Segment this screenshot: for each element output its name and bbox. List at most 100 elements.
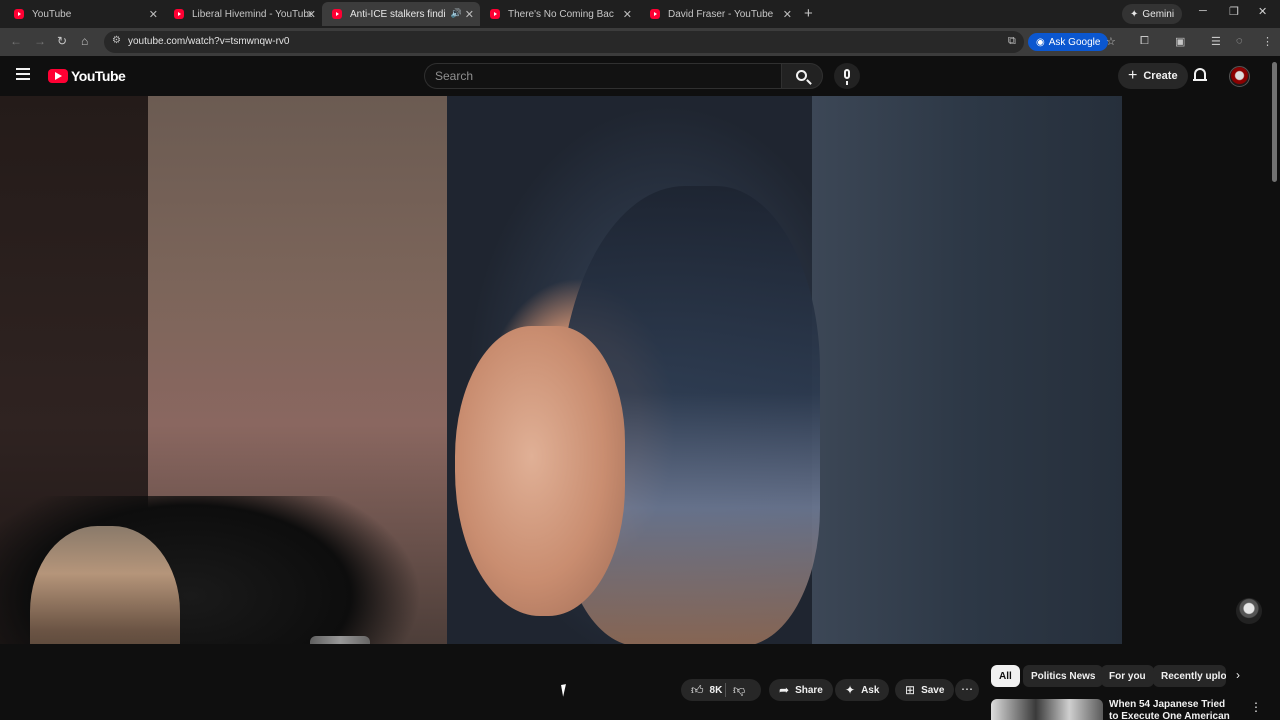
- divider: [725, 683, 726, 697]
- close-icon[interactable]: ✕: [623, 8, 632, 21]
- chip-label: Recently uploa: [1161, 670, 1226, 682]
- browser-tab[interactable]: YouTube ✕: [4, 2, 164, 26]
- close-icon[interactable]: ✕: [465, 8, 474, 21]
- scrollbar[interactable]: [1272, 62, 1277, 182]
- youtube-favicon-icon: [174, 9, 184, 19]
- youtube-masthead: YouTube + Create: [0, 56, 1280, 96]
- save-icon: ⊞: [905, 683, 916, 697]
- save-label: Save: [921, 684, 945, 696]
- bell-body: [1194, 68, 1206, 79]
- recommendation-thumbnail[interactable]: [991, 699, 1103, 720]
- close-icon[interactable]: ✕: [307, 8, 316, 21]
- browser-tab-active[interactable]: Anti-ICE stalkers finding out 🔊 ✕: [322, 2, 480, 26]
- youtube-favicon-icon: [490, 9, 500, 19]
- ask-button[interactable]: ✦ Ask: [835, 679, 890, 701]
- home-icon[interactable]: ⌂: [81, 34, 88, 48]
- tab-title: YouTube: [32, 8, 72, 20]
- search-button[interactable]: [781, 63, 823, 89]
- back-icon[interactable]: ←: [10, 34, 22, 48]
- chip-for-you[interactable]: For you: [1101, 665, 1154, 687]
- dislike-icon: 👎︎: [733, 682, 746, 697]
- like-icon: 👍︎: [691, 682, 704, 697]
- extensions-icon[interactable]: ⧠: [1140, 35, 1149, 48]
- forward-icon[interactable]: →: [34, 34, 46, 48]
- video-frame-blur-right: [812, 96, 1122, 644]
- gemini-button[interactable]: ✦ Gemini: [1122, 4, 1183, 24]
- chip-politics-news[interactable]: Politics News: [1023, 665, 1104, 687]
- search-icon: [796, 70, 807, 81]
- site-info-icon[interactable]: ⚙: [112, 35, 121, 46]
- create-label: Create: [1143, 70, 1178, 82]
- share-icon: ➦: [779, 683, 790, 697]
- browser-tabstrip: YouTube ✕ Liberal Hivemind - YouTube ✕ A…: [0, 0, 1280, 28]
- tab-title: Liberal Hivemind - YouTube: [192, 8, 312, 20]
- youtube-favicon-icon: [650, 9, 660, 19]
- save-button[interactable]: ⊞ Save: [895, 679, 955, 701]
- tab-title: David Fraser - YouTube: [668, 8, 774, 20]
- ask-label: Ask: [861, 684, 880, 696]
- chip-label: All: [999, 670, 1012, 682]
- more-icon[interactable]: ⋯: [955, 679, 979, 701]
- youtube-logo[interactable]: YouTube: [48, 68, 126, 84]
- voice-search-button[interactable]: [834, 63, 860, 89]
- floating-avatar-icon[interactable]: [1236, 598, 1262, 624]
- chip-all[interactable]: All: [991, 665, 1020, 687]
- chip-label: For you: [1109, 670, 1146, 682]
- reload-icon[interactable]: ↻: [57, 34, 67, 48]
- url-text: youtube.com/watch?v=tsmwnqw-rv0: [128, 36, 290, 47]
- browser-tab[interactable]: David Fraser - YouTube ✕: [640, 2, 798, 26]
- chip-label: Politics News: [1031, 670, 1096, 682]
- chevron-right-icon[interactable]: ›: [1236, 668, 1240, 682]
- screen: YouTube ✕ Liberal Hivemind - YouTube ✕ A…: [0, 0, 1280, 720]
- close-icon[interactable]: ✕: [149, 8, 158, 21]
- tab-title: Anti-ICE stalkers finding out: [350, 8, 446, 20]
- bell-base: [1193, 79, 1207, 81]
- sparkle-icon: ✦: [1130, 8, 1139, 20]
- browser-toolbar: ← → ↻ ⌂ ⚙ youtube.com/watch?v=tsmwnqw-rv…: [0, 28, 1280, 56]
- ask-google-label: Ask Google: [1048, 36, 1101, 48]
- tab-title: There's No Coming Back From: [508, 8, 614, 20]
- video-frame-right: [1122, 96, 1280, 644]
- gemini-label: Gemini: [1142, 8, 1175, 20]
- logo-text: YouTube: [71, 68, 126, 84]
- browser-tab[interactable]: There's No Coming Back From ✕: [480, 2, 638, 26]
- install-icon[interactable]: ⧉: [1008, 35, 1016, 48]
- bell-icon[interactable]: [1193, 68, 1207, 82]
- video-subject-face: [455, 326, 625, 616]
- lens-icon: ◉: [1036, 36, 1045, 48]
- ask-google-button[interactable]: ◉ Ask Google: [1028, 33, 1109, 51]
- mic-icon: [844, 69, 850, 85]
- plus-icon: +: [1128, 67, 1138, 84]
- recommendation-title[interactable]: When 54 Japanese Tried to Execute One Am…: [1109, 699, 1231, 719]
- avatar[interactable]: [1229, 66, 1250, 87]
- mouse-cursor-icon: [561, 683, 573, 697]
- minimize-icon[interactable]: ─: [1199, 5, 1207, 17]
- video-player[interactable]: [0, 96, 1280, 644]
- create-button[interactable]: + Create: [1118, 63, 1188, 89]
- hamburger-menu-icon[interactable]: [16, 68, 30, 80]
- media-icon[interactable]: ☰: [1211, 35, 1221, 48]
- maximize-icon[interactable]: ❐: [1229, 5, 1239, 18]
- can-prop: [310, 636, 370, 644]
- sparkle-icon: ✦: [845, 683, 856, 697]
- menu-icon[interactable]: ⋮: [1262, 35, 1273, 48]
- address-bar[interactable]: ⚙ youtube.com/watch?v=tsmwnqw-rv0: [104, 31, 1024, 53]
- youtube-play-icon: [48, 69, 68, 83]
- search-input[interactable]: [424, 63, 781, 89]
- speaker-icon[interactable]: 🔊: [451, 8, 462, 19]
- browser-tab[interactable]: Liberal Hivemind - YouTube ✕: [164, 2, 322, 26]
- search-box: [424, 63, 823, 89]
- kebab-menu-icon[interactable]: ⋮: [1250, 700, 1262, 714]
- like-dislike-group: 👍︎ 8K 👎︎: [681, 679, 761, 701]
- like-count: 8K: [709, 684, 723, 696]
- share-button[interactable]: ➦ Share: [769, 679, 833, 701]
- dislike-button[interactable]: 👎︎: [733, 679, 745, 701]
- close-window-icon[interactable]: ✕: [1258, 5, 1267, 18]
- profile-icon[interactable]: ◌: [1236, 35, 1243, 47]
- bookmark-star-icon[interactable]: ☆: [1106, 35, 1116, 48]
- chip-recently-uploaded[interactable]: Recently uploa: [1153, 665, 1226, 687]
- sidepanel-icon[interactable]: ▣: [1175, 35, 1185, 48]
- close-icon[interactable]: ✕: [783, 8, 792, 21]
- below-video: 👍︎ 8K 👎︎ ➦ Share ✦ Ask ⊞ Save ⋯ All Poli…: [0, 644, 1280, 720]
- new-tab-icon[interactable]: +: [804, 5, 813, 22]
